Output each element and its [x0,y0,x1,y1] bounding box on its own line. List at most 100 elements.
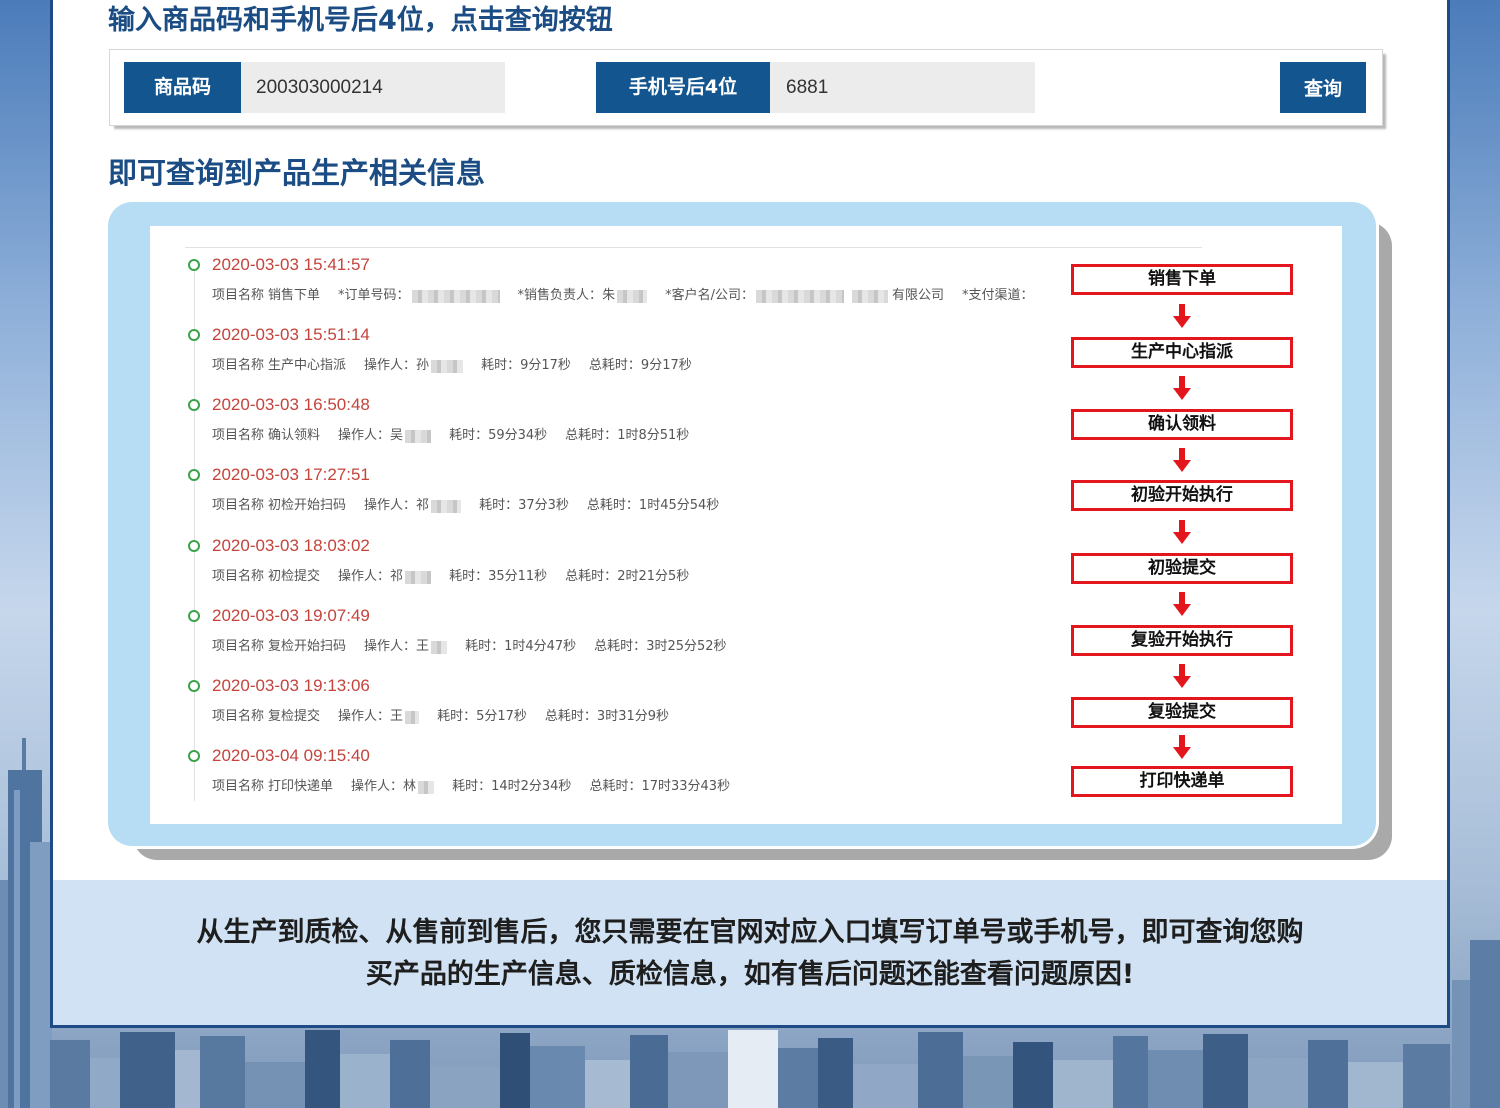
building [245,1062,305,1108]
timeline-entry: 2020-03-03 16:50:48 项目名称 确认领料 操作人： 吴 耗时：… [150,392,1050,462]
duration-value: 59分34秒 [488,428,548,443]
footer-text-line-2: 买产品的生产信息、质检信息，如有售后问题还能查看问题原因! [365,959,1135,990]
footer-band: 从生产到质检、从售前到售后，您只需要在官网对应入口填写订单号或手机号，即可查询您… [53,880,1447,1025]
phone-last4-input[interactable] [770,62,1035,113]
timeline-detail: 项目名称 初检开始扫码 操作人： 祁 耗时： 37分3秒 总耗时： 1时45分5… [212,496,719,516]
total-duration-value: 17时33分43秒 [641,779,731,794]
redacted-block [431,499,462,513]
timeline-dot-icon [188,610,200,622]
total-duration-label: 总耗时： [565,428,618,443]
redacted-block [755,289,844,303]
duration-label: 耗时： [479,498,519,513]
timeline-timestamp: 2020-03-03 18:03:02 [212,536,370,555]
timeline-entry: 2020-03-03 17:27:51 项目名称 初检开始扫码 操作人： 祁 耗… [150,462,1050,532]
building [90,1058,120,1108]
timeline-timestamp: 2020-03-03 19:07:49 [212,606,370,625]
timeline-dot-icon [188,540,200,552]
operator-label: 操作人： [338,709,391,724]
building [1013,1042,1053,1108]
operator-label: 操作人： [338,428,391,443]
operator-name: 祁 [390,569,404,584]
results-card: 2020-03-03 15:41:57 项目名称 销售下单 *订单号码： *销售… [108,202,1376,846]
duration-label: 耗时： [465,639,505,654]
arrow-down-icon [1173,376,1191,400]
project-label: 项目名称 [212,428,265,443]
building [30,842,52,1108]
timeline-detail: 项目名称 复检开始扫码 操作人： 王 耗时： 1时4分47秒 总耗时： 3时25… [212,637,727,657]
project-label: 项目名称 [212,498,265,513]
building [1403,1044,1450,1108]
duration-value: 5分17秒 [476,709,527,724]
operator-label: 操作人： [364,358,417,373]
flow-step: 复验提交 [1071,697,1293,728]
flow-step: 销售下单 [1071,264,1293,295]
order-number-label: *订单号码： [338,288,410,303]
building [585,1060,630,1108]
flow-step: 初验开始执行 [1071,480,1293,511]
arrow-down-icon [1173,304,1191,328]
sales-rep-name: 朱 [602,288,616,303]
redacted-block [405,710,420,724]
building [728,1030,778,1108]
customer-suffix: 有限公司 [891,288,944,303]
project-name: 初检提交 [268,569,321,584]
project-name: 确认领料 [268,428,321,443]
building [818,1038,853,1108]
building [1308,1040,1348,1108]
redacted-block [617,289,648,303]
flow-step: 打印快递单 [1071,766,1293,797]
search-button[interactable]: 查询 [1280,62,1366,113]
project-name: 打印快递单 [268,779,334,794]
duration-value: 9分17秒 [520,358,571,373]
building [853,1064,918,1108]
timeline-timestamp: 2020-03-03 16:50:48 [212,395,370,414]
project-name: 销售下单 [268,288,321,303]
total-duration-value: 1时45分54秒 [638,498,720,513]
building [22,738,26,772]
timeline-entry: 2020-03-03 19:07:49 项目名称 复检开始扫码 操作人： 王 耗… [150,603,1050,673]
building [1470,940,1500,1108]
payment-channel-label: *支付渠道： [961,288,1034,303]
duration-label: 耗时： [449,428,489,443]
results-heading: 即可查询到产品生产相关信息 [108,156,486,190]
operator-name: 吴 [390,428,404,443]
building [918,1032,963,1108]
arrow-down-icon [1173,448,1191,472]
project-label: 项目名称 [212,639,265,654]
sales-rep-label: *销售负责人： [517,288,603,303]
redacted-block [431,640,448,654]
operator-name: 王 [416,639,430,654]
timeline-dot-icon [188,329,200,341]
duration-value: 14时2分34秒 [491,779,572,794]
flow-step: 初验提交 [1071,553,1293,584]
building [668,1052,728,1108]
query-form: 商品码 手机号后4位 查询 [110,50,1382,125]
timeline-detail: 项目名称 复检提交 操作人： 王 耗时： 5分17秒 总耗时： 3时31分9秒 [212,707,669,727]
building [14,790,20,1108]
product-code-input[interactable] [241,62,505,113]
building [963,1056,1013,1108]
flow-step: 生产中心指派 [1071,337,1293,368]
total-duration-value: 3时31分9秒 [596,709,670,724]
flow-step: 复验开始执行 [1071,625,1293,656]
building [530,1046,585,1108]
project-name: 复检开始扫码 [268,639,347,654]
timeline-detail: 项目名称 打印快递单 操作人： 林 耗时： 14时2分34秒 总耗时： 17时3… [212,777,730,797]
timeline-dot-icon [188,469,200,481]
timeline-timestamp: 2020-03-03 17:27:51 [212,465,370,484]
timeline-dot-icon [188,750,200,762]
customer-label: *客户名/公司： [665,288,754,303]
building [1248,1058,1308,1108]
building [1113,1036,1148,1108]
flow-step: 确认领料 [1071,409,1293,440]
timeline-detail: 项目名称 销售下单 *订单号码： *销售负责人： 朱 *客户名/公司： 有限公司… [212,286,1034,306]
timeline-entry: 2020-03-03 19:13:06 项目名称 复检提交 操作人： 王 耗时：… [150,673,1050,743]
building [1053,1060,1113,1108]
project-name: 初检开始扫码 [268,498,347,513]
operator-name: 祁 [416,498,430,513]
operator-name: 孙 [416,358,430,373]
main-panel: 输入商品码和手机号后4位，点击查询按钮 商品码 手机号后4位 查询 即可查询到产… [50,0,1450,1028]
timeline-dot-icon [188,680,200,692]
product-code-label: 商品码 [124,62,241,113]
total-duration-value: 1时8分51秒 [617,428,690,443]
